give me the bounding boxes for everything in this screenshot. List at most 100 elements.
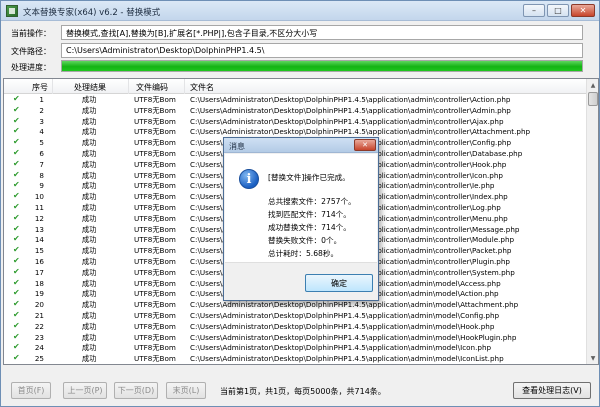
cell-encoding: UTF8无Bom (134, 332, 176, 342)
cell-index: 3 (39, 116, 44, 126)
check-icon: ✔ (13, 266, 20, 276)
check-icon: ✔ (13, 147, 20, 157)
close-icon: ✕ (579, 6, 587, 15)
progress-bar (61, 60, 583, 72)
check-icon: ✔ (13, 169, 20, 179)
dialog-title-bar[interactable]: 消息 ✕ (224, 138, 378, 153)
table-row[interactable]: ✔ 25 成功 UTF8无Bom C:\Users\Administrator\Desk… (4, 353, 586, 364)
dialog-message-title: [替换文件]操作已完成。 (268, 173, 350, 182)
check-icon: ✔ (13, 245, 20, 255)
path-field[interactable]: C:\Users\Administrator\Desktop\DolphinPH… (61, 43, 583, 58)
dialog-failed: 替换失败文件：0个。 (268, 236, 342, 245)
scroll-up-button[interactable]: ▲ (587, 79, 598, 91)
check-icon: ✔ (13, 212, 20, 222)
cell-filename: C:\Users\Administrator\Desktop\DolphinPH… (190, 95, 511, 104)
next-page-button[interactable]: 下一页(D) (114, 382, 158, 399)
check-icon: ✔ (13, 234, 20, 244)
cell-encoding: UTF8无Bom (134, 159, 176, 169)
cell-index: 13 (34, 224, 44, 234)
cell-encoding: UTF8无Bom (134, 170, 176, 180)
cell-index: 24 (34, 343, 44, 353)
table-row[interactable]: ✔ 4 成功 UTF8无Bom C:\Users\Administrator\Deskt… (4, 126, 586, 137)
table-row[interactable]: ✔ 1 成功 UTF8无Bom C:\Users\Administrator\Deskt… (4, 94, 586, 105)
column-header-encoding[interactable]: 文件编码 (136, 82, 168, 93)
maximize-button[interactable]: □ (547, 4, 569, 17)
cell-filename: C:\Users\Administrator\Desktop\DolphinPH… (190, 127, 531, 137)
cell-result: 成功 (82, 213, 97, 223)
maximize-icon: □ (554, 6, 562, 15)
check-icon: ✔ (13, 137, 20, 147)
dialog-footer: 确定 (225, 262, 377, 300)
check-icon: ✔ (13, 309, 20, 319)
minimize-icon: – (532, 6, 536, 15)
cell-encoding: UTF8无Bom (134, 105, 176, 115)
check-icon: ✔ (13, 288, 20, 298)
cell-index: 10 (34, 192, 44, 202)
view-log-button[interactable]: 查看处理日志(V) (513, 382, 591, 399)
cell-result: 成功 (82, 127, 97, 137)
minimize-button[interactable]: – (523, 4, 545, 17)
table-row[interactable]: ✔ 24 成功 UTF8无Bom C:\Users\Administrator\Desk… (4, 342, 586, 353)
check-icon: ✔ (13, 126, 20, 136)
vertical-scrollbar[interactable]: ▲ ▼ (586, 79, 598, 364)
column-header-result[interactable]: 处理结果 (74, 82, 106, 93)
cell-encoding: UTF8无Bom (134, 256, 176, 266)
check-icon: ✔ (13, 104, 20, 114)
cell-index: 19 (34, 289, 44, 299)
check-icon: ✔ (13, 94, 20, 103)
last-page-button[interactable]: 末页(L) (166, 382, 206, 399)
cell-index: 15 (34, 246, 44, 256)
cell-index: 6 (39, 148, 44, 158)
cell-encoding: UTF8无Bom (134, 246, 176, 256)
cell-result: 成功 (82, 278, 97, 288)
cell-result: 成功 (82, 343, 97, 353)
cell-encoding: UTF8无Bom (134, 148, 176, 158)
cell-result: 成功 (82, 300, 97, 310)
check-icon: ✔ (13, 180, 20, 190)
dialog-close-button[interactable]: ✕ (354, 139, 376, 151)
cell-result: 成功 (82, 170, 97, 180)
cell-encoding: UTF8无Bom (134, 278, 176, 288)
progress-fill (62, 61, 582, 71)
check-icon: ✔ (13, 115, 20, 125)
scroll-down-button[interactable]: ▼ (587, 352, 598, 364)
cell-index: 25 (34, 354, 44, 364)
column-header-filename[interactable]: 文件名 (190, 82, 214, 93)
table-row[interactable]: ✔ 22 成功 UTF8无Bom C:\Users\Administrator\Desk… (4, 321, 586, 332)
cell-result: 成功 (82, 192, 97, 202)
table-row[interactable]: ✔ 23 成功 UTF8无Bom C:\Users\Administrator\Desk… (4, 332, 586, 343)
check-icon: ✔ (13, 320, 20, 330)
cell-result: 成功 (82, 321, 97, 331)
first-page-button[interactable]: 首页(F) (11, 382, 51, 399)
prev-page-button[interactable]: 上一页(P) (63, 382, 107, 399)
close-button[interactable]: ✕ (571, 4, 595, 17)
cell-result: 成功 (82, 235, 97, 245)
cell-encoding: UTF8无Bom (134, 181, 176, 191)
cell-encoding: UTF8无Bom (134, 267, 176, 277)
cell-index: 20 (34, 300, 44, 310)
cell-encoding: UTF8无Bom (134, 138, 176, 148)
cell-index: 2 (39, 105, 44, 115)
cell-filename: C:\Users\Administrator\Desktop\DolphinPH… (190, 354, 504, 364)
table-row[interactable]: ✔ 3 成功 UTF8无Bom C:\Users\Administrator\Deskt… (4, 116, 586, 127)
ok-button[interactable]: 确定 (305, 274, 373, 292)
table-row[interactable]: ✔ 2 成功 UTF8无Bom C:\Users\Administrator\Deskt… (4, 105, 586, 116)
cell-encoding: UTF8无Bom (134, 95, 176, 104)
scroll-thumb[interactable] (588, 92, 598, 106)
cell-result: 成功 (82, 256, 97, 266)
cell-result: 成功 (82, 332, 97, 342)
check-icon: ✔ (13, 158, 20, 168)
cell-filename: C:\Users\Administrator\Desktop\DolphinPH… (190, 300, 519, 310)
cell-index: 4 (39, 127, 44, 137)
column-header-index[interactable]: 序号 (32, 82, 48, 93)
dialog-body: i [替换文件]操作已完成。 总共搜索文件：2757个。 找到匹配文件：714个… (225, 154, 377, 262)
cell-filename: C:\Users\Administrator\Desktop\DolphinPH… (190, 310, 500, 320)
cell-result: 成功 (82, 116, 97, 126)
title-bar[interactable]: 文本替换专家(x64) v6.2 - 替换模式 – □ ✕ (1, 1, 599, 21)
cell-index: 23 (34, 332, 44, 342)
operation-field[interactable]: 替换模式,查找[A],替换为[B],扩展名[*.PHP|],包含子目录,不区分大… (61, 25, 583, 40)
progress-label: 处理进度： (11, 63, 51, 72)
cell-index: 16 (34, 256, 44, 266)
cell-filename: C:\Users\Administrator\Desktop\DolphinPH… (190, 343, 492, 353)
table-row[interactable]: ✔ 21 成功 UTF8无Bom C:\Users\Administrator\Desk… (4, 310, 586, 321)
